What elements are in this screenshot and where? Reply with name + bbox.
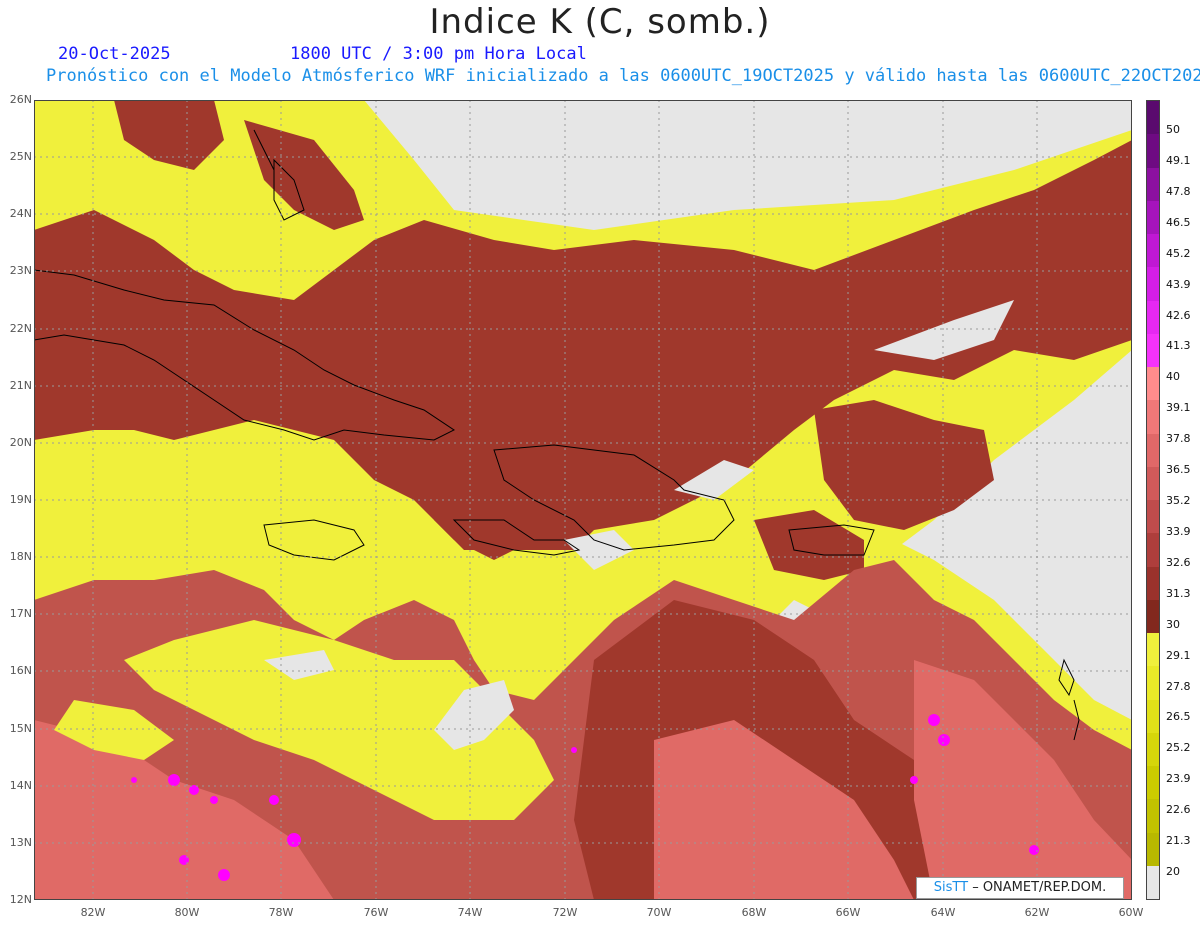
colorbar-swatch bbox=[1147, 234, 1159, 268]
model-description: Pronóstico con el Modelo Atmósferico WRF… bbox=[46, 66, 1200, 86]
colorbar-label: 21.3 bbox=[1166, 834, 1191, 848]
colorbar-label: 40 bbox=[1166, 370, 1180, 384]
colorbar-label: 30 bbox=[1166, 617, 1180, 631]
colorbar-swatch bbox=[1147, 799, 1159, 833]
colorbar-swatch bbox=[1147, 400, 1159, 434]
lon-label: 78W bbox=[268, 906, 294, 919]
colorbar-swatch bbox=[1147, 300, 1159, 334]
lat-label: 13N bbox=[9, 836, 32, 849]
colorbar-label: 46.5 bbox=[1166, 215, 1191, 229]
colorbar-label: 26.5 bbox=[1166, 710, 1191, 724]
colorbar-label: 31.3 bbox=[1166, 586, 1191, 600]
lon-label: 64W bbox=[930, 906, 956, 919]
colorbar-label: 43.9 bbox=[1166, 277, 1191, 291]
lat-label: 14N bbox=[9, 779, 32, 792]
colorbar-label: 35.2 bbox=[1166, 494, 1191, 507]
lat-label: 21N bbox=[9, 379, 32, 392]
colorbar-swatch bbox=[1147, 666, 1159, 700]
colorbar-swatch bbox=[1147, 699, 1159, 733]
lat-label: 12N bbox=[9, 893, 32, 906]
colorbar-swatch bbox=[1147, 333, 1159, 367]
colorbar-label: 20 bbox=[1166, 865, 1180, 878]
colorbar-swatch bbox=[1147, 433, 1159, 467]
lon-label: 62W bbox=[1024, 906, 1050, 919]
forecast-time: 1800 UTC / 3:00 pm Hora Local bbox=[290, 44, 587, 64]
lon-label: 70W bbox=[646, 906, 672, 919]
colorbar-label: 42.6 bbox=[1166, 308, 1191, 322]
colorbar-swatch bbox=[1147, 167, 1159, 201]
credit-box: SisTT – ONAMET/REP.DOM. bbox=[916, 877, 1124, 899]
colorbar-swatch bbox=[1147, 134, 1159, 168]
lon-label: 72W bbox=[552, 906, 578, 919]
colorbar-swatch bbox=[1147, 466, 1159, 500]
lat-label: 16N bbox=[9, 664, 32, 677]
colorbar-label: 41.3 bbox=[1166, 339, 1191, 353]
lat-label: 22N bbox=[9, 322, 32, 335]
colorbar-swatch bbox=[1147, 267, 1159, 301]
colorbar-label: 47.8 bbox=[1166, 184, 1191, 198]
colorbar-swatch bbox=[1147, 599, 1159, 633]
lat-label: 18N bbox=[9, 550, 32, 563]
brand-logo: SisTT bbox=[933, 880, 969, 895]
colorbar-label: 33.9 bbox=[1166, 524, 1191, 538]
colorbar-label: 29.1 bbox=[1166, 648, 1191, 662]
colorbar-label: 50 bbox=[1166, 123, 1180, 136]
colorbar-swatch bbox=[1147, 101, 1159, 135]
lat-label: 19N bbox=[9, 493, 32, 506]
colorbar-swatch bbox=[1147, 367, 1159, 401]
colorbar-swatch bbox=[1147, 533, 1159, 567]
colorbar-swatch bbox=[1147, 566, 1159, 600]
colorbar-swatch bbox=[1147, 832, 1159, 866]
credit-text: – ONAMET/REP.DOM. bbox=[968, 880, 1107, 895]
lon-label: 68W bbox=[741, 906, 767, 919]
lat-label: 25N bbox=[9, 150, 32, 163]
colorbar-label: 49.1 bbox=[1166, 153, 1191, 167]
lon-label: 66W bbox=[835, 906, 861, 919]
lat-label: 15N bbox=[9, 722, 32, 735]
lat-label: 20N bbox=[9, 436, 32, 449]
colorbar-swatch bbox=[1147, 500, 1159, 534]
colorbar-label: 32.6 bbox=[1166, 555, 1191, 569]
forecast-date: 20-Oct-2025 bbox=[58, 44, 171, 64]
k-index-map bbox=[34, 100, 1132, 900]
colorbar-label: 23.9 bbox=[1166, 772, 1191, 786]
lon-label: 82W bbox=[80, 906, 106, 919]
lat-label: 23N bbox=[9, 264, 32, 277]
lon-label: 80W bbox=[174, 906, 200, 919]
lon-label: 76W bbox=[363, 906, 389, 919]
lat-label: 26N bbox=[9, 93, 32, 106]
map-canvas bbox=[34, 100, 1132, 900]
colorbar-swatch bbox=[1147, 865, 1159, 899]
map-title: Indice K (C, somb.) bbox=[429, 2, 771, 42]
colorbar-swatch bbox=[1147, 766, 1159, 800]
colorbar-label: 36.5 bbox=[1166, 463, 1191, 477]
colorbar-label: 39.1 bbox=[1166, 401, 1191, 415]
lon-label: 60W bbox=[1118, 906, 1144, 919]
lat-label: 24N bbox=[9, 207, 32, 220]
colorbar-label: 37.8 bbox=[1166, 432, 1191, 446]
colorbar-label: 22.6 bbox=[1166, 803, 1191, 817]
colorbar-label: 45.2 bbox=[1166, 246, 1191, 260]
lat-label: 17N bbox=[9, 607, 32, 620]
colorbar-label: 25.2 bbox=[1166, 741, 1191, 755]
lon-label: 74W bbox=[457, 906, 483, 919]
colorbar bbox=[1146, 100, 1160, 900]
colorbar-swatch bbox=[1147, 633, 1159, 667]
colorbar-label: 27.8 bbox=[1166, 679, 1191, 693]
colorbar-swatch bbox=[1147, 732, 1159, 766]
colorbar-swatch bbox=[1147, 200, 1159, 234]
